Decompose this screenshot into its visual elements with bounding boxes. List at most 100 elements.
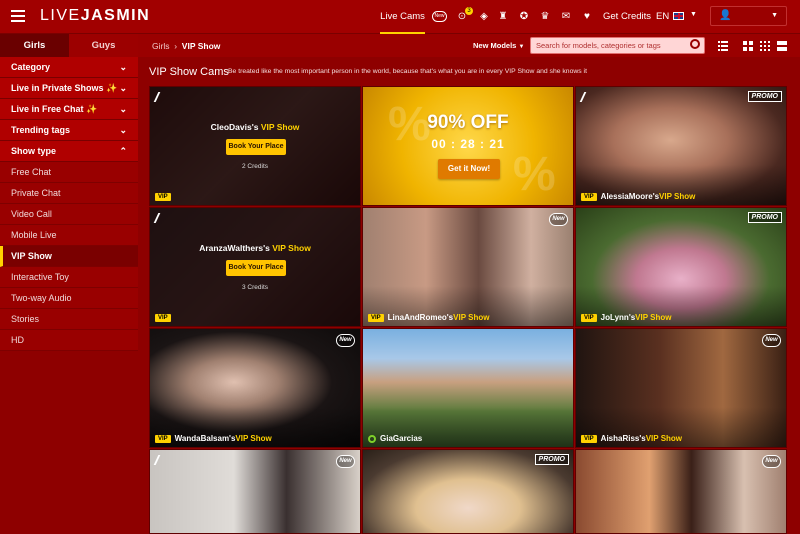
model-tile[interactable]: CleoDavis's VIP Show Book Your Place 2 C…: [149, 86, 361, 206]
vip-show-label: VIP Show: [258, 122, 300, 132]
sidebar-item-two-way-audio[interactable]: Two-way Audio: [0, 288, 138, 309]
vip-show-label: VIP Show: [659, 192, 696, 201]
nav-live-cams[interactable]: Live Cams: [380, 0, 425, 34]
page-title: VIP Show Cams: [149, 66, 229, 78]
vip-badge: VIP: [581, 434, 597, 443]
vip-show-label: VIP Show: [645, 434, 683, 443]
sidebar-section-category[interactable]: Category ⌄: [0, 57, 138, 78]
model-tile[interactable]: PROMO: [362, 449, 574, 534]
crown-icon[interactable]: ♛: [539, 11, 551, 23]
user-menu[interactable]: 👤 ▼: [710, 6, 787, 26]
vip-badge: VIP: [155, 434, 171, 443]
breadcrumb-girls-link[interactable]: Girls: [152, 41, 169, 51]
sidebar-section-show-type[interactable]: Show type ⌃: [0, 141, 138, 162]
vip-show-title: CleoDavis's VIP Show: [150, 122, 360, 132]
logo-text-live: LIVE: [40, 7, 81, 24]
chevron-down-icon: ⌄: [119, 62, 127, 72]
model-tile[interactable]: New: [149, 449, 361, 534]
sort-dropdown[interactable]: New Models ▼: [473, 41, 524, 50]
new-badge: New: [336, 455, 355, 468]
section-label: Trending tags: [11, 125, 71, 135]
sidebar-item-video-call[interactable]: Video Call: [0, 204, 138, 225]
large-grid-view-icon[interactable]: [743, 41, 753, 51]
sidebar-item-vip-show[interactable]: VIP Show: [0, 246, 138, 267]
messages-icon[interactable]: ✉: [560, 11, 572, 23]
search-placeholder: Search for models, categories or tags: [536, 41, 661, 50]
model-tile[interactable]: AranzaWalthers's VIP Show Book Your Plac…: [149, 207, 361, 327]
model-tile[interactable]: New VIP LinaAndRomeo's VIP Show: [362, 207, 574, 327]
model-name: CleoDavis's: [210, 122, 259, 132]
vip-badge: VIP: [581, 192, 597, 201]
vip-show-label: VIP Show: [269, 243, 311, 253]
credits-label: 2 Credits: [241, 163, 268, 170]
get-credits-link[interactable]: Get Credits: [603, 11, 651, 22]
book-your-place-button[interactable]: Book Your Place: [226, 260, 286, 276]
chevron-down-icon: ⌄: [119, 83, 127, 93]
vip-show-label: VIP Show: [453, 313, 490, 322]
sort-label: New Models: [473, 41, 517, 50]
favorites-heart-icon[interactable]: ♥: [581, 11, 593, 23]
list-view-icon[interactable]: [718, 41, 728, 51]
new-models-icon[interactable]: New: [432, 11, 447, 22]
diamond-icon[interactable]: ◈: [478, 11, 490, 23]
new-badge: New: [336, 334, 355, 347]
get-it-now-button[interactable]: Get it Now!: [438, 159, 500, 179]
sub-header: Girls › VIP Show New Models ▼ Search for…: [138, 34, 800, 57]
page-description: Be treated like the most important perso…: [228, 68, 587, 75]
uk-flag-icon[interactable]: [673, 12, 684, 20]
grid-view-icon[interactable]: [760, 41, 770, 51]
sidebar-section-private-shows[interactable]: Live in Private Shows ✨ ⌄: [0, 78, 138, 99]
breadcrumb: Girls › VIP Show: [152, 41, 220, 51]
section-label: Live in Private Shows ✨: [11, 83, 118, 93]
model-tile[interactable]: GiaGarcias: [362, 328, 574, 448]
top-bar: LIVEJASMIN Live Cams New ⊙ 3 ◈ ♜ ✪ ♛ ✉ ♥…: [0, 0, 800, 34]
chevron-down-icon[interactable]: ▼: [690, 11, 697, 18]
model-tile[interactable]: New: [575, 449, 787, 534]
trophy-icon[interactable]: ♜: [497, 11, 509, 23]
model-tile[interactable]: PROMO VIP JoLynn's VIP Show: [575, 207, 787, 327]
sidebar-item-mobile-live[interactable]: Mobile Live: [0, 225, 138, 246]
vip-badge: VIP: [581, 313, 597, 322]
tab-guys[interactable]: Guys: [69, 34, 138, 57]
sidebar-item-hd[interactable]: HD: [0, 330, 138, 351]
sidebar-item-private-chat[interactable]: Private Chat: [0, 183, 138, 204]
promo-countdown: 00 : 28 : 21: [431, 137, 505, 151]
chevron-down-icon: ▼: [771, 12, 778, 19]
model-name: LinaAndRomeo's: [387, 313, 454, 322]
vip-show-label: VIP Show: [235, 434, 272, 443]
model-name: AishaRiss's: [600, 434, 646, 443]
chevron-down-icon: ⌄: [119, 125, 127, 135]
sidebar-section-free-chat[interactable]: Live in Free Chat ✨ ⌄: [0, 99, 138, 120]
new-badge: New: [549, 213, 568, 226]
sidebar-item-stories[interactable]: Stories: [0, 309, 138, 330]
model-tile[interactable]: PROMO VIP AlessiaMoore's VIP Show: [575, 86, 787, 206]
language-selector[interactable]: EN: [656, 11, 669, 22]
section-label: Category: [11, 62, 51, 72]
tab-girls[interactable]: Girls: [0, 34, 69, 57]
search-icon[interactable]: [690, 39, 700, 49]
online-status-icon: [368, 434, 376, 443]
chevron-down-icon: ⌄: [119, 104, 127, 114]
model-tile[interactable]: New VIP AishaRiss's VIP Show: [575, 328, 787, 448]
logo[interactable]: LIVEJASMIN: [40, 7, 150, 25]
new-badge: New: [762, 334, 781, 347]
sidebar-item-interactive-toy[interactable]: Interactive Toy: [0, 267, 138, 288]
vip-badge: VIP: [155, 314, 171, 322]
model-name: WandaBalsam's: [174, 434, 236, 443]
sidebar: Girls Guys Category ⌄ Live in Private Sho…: [0, 34, 138, 534]
model-tile[interactable]: New VIP WandaBalsam's VIP Show: [149, 328, 361, 448]
model-thumbnail: [150, 450, 360, 533]
sidebar-item-free-chat[interactable]: Free Chat: [0, 162, 138, 183]
book-your-place-button[interactable]: Book Your Place: [226, 139, 286, 155]
star-ranking-icon[interactable]: ✪: [518, 11, 530, 23]
dense-grid-view-icon[interactable]: [777, 41, 787, 51]
promo-badge: PROMO: [534, 454, 569, 465]
sidebar-section-trending-tags[interactable]: Trending tags ⌄: [0, 120, 138, 141]
search-input[interactable]: Search for models, categories or tags: [530, 37, 705, 54]
chevron-up-icon: ⌃: [119, 146, 127, 156]
promo-tile[interactable]: % % 90% OFF 00 : 28 : 21 Get it Now!: [362, 86, 574, 206]
promo-discount: 90% OFF: [427, 112, 509, 133]
hamburger-menu-icon[interactable]: [11, 10, 25, 22]
promo-badge: PROMO: [747, 91, 782, 102]
model-name: AlessiaMoore's: [600, 192, 660, 201]
